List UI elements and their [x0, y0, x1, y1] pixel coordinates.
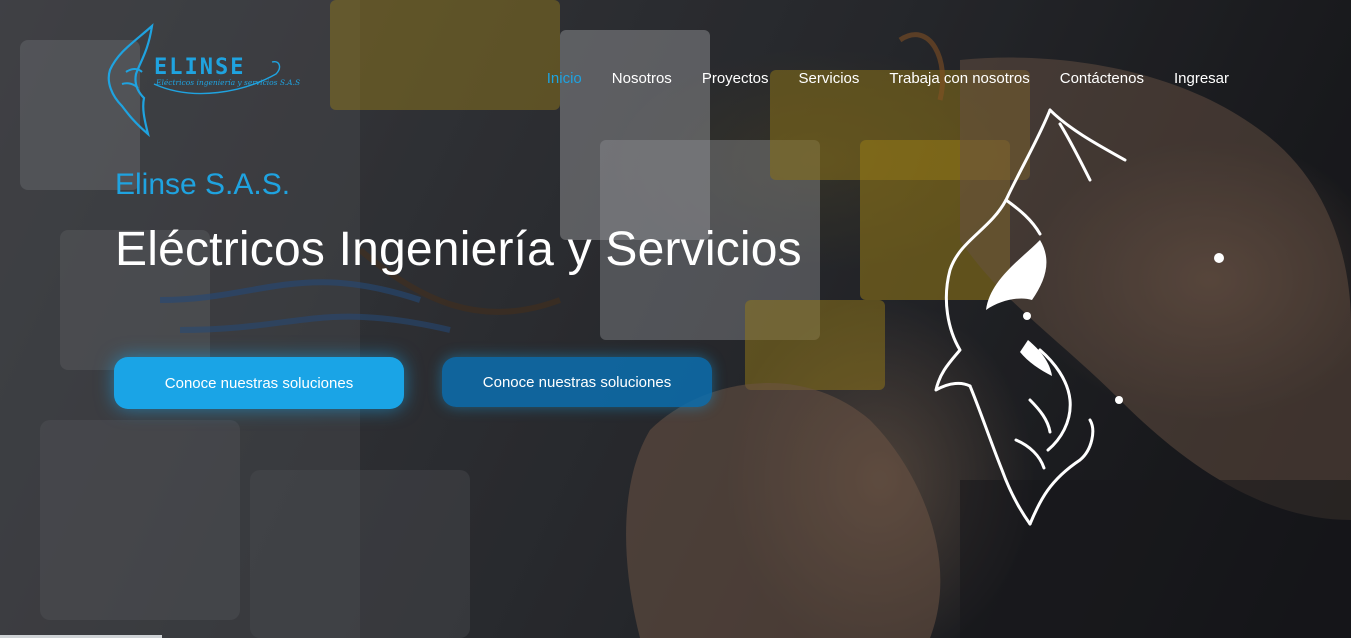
primary-cta-button[interactable]: Conoce nuestras soluciones: [114, 357, 404, 409]
hero-headline: Eléctricos Ingeniería y Servicios: [115, 223, 802, 276]
nav-item-inicio[interactable]: Inicio: [547, 70, 582, 87]
nav-item-ingresar[interactable]: Ingresar: [1174, 70, 1229, 87]
nav-item-proyectos[interactable]: Proyectos: [702, 70, 769, 87]
main-navigation: Inicio Nosotros Proyectos Servicios Trab…: [547, 70, 1229, 87]
logo-wordmark: ELINSE: [154, 55, 246, 80]
nav-item-servicios[interactable]: Servicios: [799, 70, 860, 87]
nav-item-contactenos[interactable]: Contáctenos: [1060, 70, 1144, 87]
elinse-logo[interactable]: ELINSE Eléctricos ingeniería y servicios…: [104, 22, 300, 138]
hero-eyebrow: Elinse S.A.S.: [115, 168, 291, 201]
nav-item-trabaja-con-nosotros[interactable]: Trabaja con nosotros: [889, 70, 1029, 87]
logo-tagline: Eléctricos ingeniería y servicios S.A.S: [156, 78, 301, 87]
wolf-head-icon: [934, 108, 1224, 526]
hero-section: ELINSE Eléctricos ingeniería y servicios…: [0, 0, 1351, 638]
nav-item-nosotros[interactable]: Nosotros: [612, 70, 672, 87]
secondary-cta-button[interactable]: Conoce nuestras soluciones: [442, 357, 712, 407]
